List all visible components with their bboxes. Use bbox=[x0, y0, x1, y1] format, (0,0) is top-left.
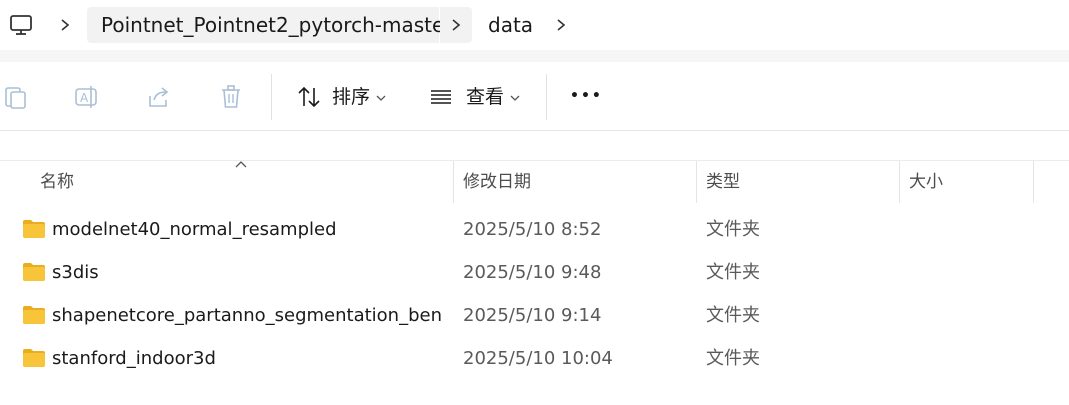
chevron-down-icon bbox=[376, 95, 386, 101]
address-bar: Pointnet_Pointnet2_pytorch-master data bbox=[0, 0, 1069, 50]
delete-icon[interactable] bbox=[218, 84, 244, 110]
folder-icon bbox=[23, 263, 45, 281]
folder-icon bbox=[23, 306, 45, 324]
share-icon[interactable] bbox=[146, 84, 172, 110]
view-label: 查看 bbox=[466, 86, 505, 108]
breadcrumb-parent-folder[interactable]: Pointnet_Pointnet2_pytorch-master bbox=[87, 7, 453, 43]
file-type: 文件夹 bbox=[706, 219, 760, 240]
column-header-name[interactable]: 名称 bbox=[30, 161, 453, 203]
copy-icon[interactable] bbox=[2, 84, 28, 110]
toolbar-separator bbox=[546, 74, 547, 120]
column-header-type[interactable]: 类型 bbox=[696, 161, 899, 203]
file-name: shapenetcore_partanno_segmentation_ben..… bbox=[52, 305, 442, 326]
rename-icon[interactable]: A bbox=[74, 84, 100, 110]
column-divider[interactable] bbox=[1033, 161, 1034, 203]
sort-icon bbox=[298, 86, 320, 108]
chevron-down-icon bbox=[510, 95, 520, 101]
file-row[interactable]: s3dis 2025/5/10 9:48 文件夹 bbox=[0, 252, 1069, 294]
file-date: 2025/5/10 10:04 bbox=[463, 348, 613, 369]
file-name: s3dis bbox=[52, 262, 99, 283]
more-icon: ••• bbox=[570, 88, 603, 104]
header-spacer bbox=[0, 131, 1069, 161]
address-toolbar-divider bbox=[0, 50, 1069, 62]
sort-button[interactable]: 排序 bbox=[290, 62, 400, 130]
file-type: 文件夹 bbox=[706, 262, 760, 283]
file-name: modelnet40_normal_resampled bbox=[52, 219, 337, 240]
column-header-size[interactable]: 大小 bbox=[899, 161, 1033, 203]
more-options-button[interactable]: ••• bbox=[566, 62, 606, 130]
breadcrumb-current-folder[interactable]: data bbox=[474, 7, 547, 43]
file-row[interactable]: modelnet40_normal_resampled 2025/5/10 8:… bbox=[0, 209, 1069, 251]
view-button[interactable]: 查看 bbox=[424, 62, 534, 130]
column-header-row: 名称 修改日期 类型 大小 bbox=[0, 161, 1069, 203]
file-date: 2025/5/10 9:48 bbox=[463, 262, 602, 283]
computer-icon[interactable] bbox=[8, 12, 34, 38]
chevron-right-icon[interactable] bbox=[554, 18, 568, 32]
folder-icon bbox=[23, 349, 45, 367]
breadcrumb-dropdown-button[interactable] bbox=[440, 7, 472, 43]
view-list-icon bbox=[431, 90, 451, 104]
sort-label: 排序 bbox=[332, 86, 371, 108]
file-name: stanford_indoor3d bbox=[52, 348, 216, 369]
file-type: 文件夹 bbox=[706, 305, 760, 326]
svg-text:A: A bbox=[80, 91, 89, 105]
file-date: 2025/5/10 8:52 bbox=[463, 219, 602, 240]
command-bar: A 排序 查看 ••• bbox=[0, 62, 1069, 131]
folder-icon bbox=[23, 220, 45, 238]
file-row[interactable]: shapenetcore_partanno_segmentation_ben..… bbox=[0, 295, 1069, 337]
chevron-right-icon bbox=[452, 19, 461, 31]
toolbar-separator bbox=[271, 74, 272, 120]
chevron-right-icon[interactable] bbox=[58, 18, 72, 32]
file-date: 2025/5/10 9:14 bbox=[463, 305, 602, 326]
file-type: 文件夹 bbox=[706, 348, 760, 369]
column-header-date[interactable]: 修改日期 bbox=[453, 161, 696, 203]
file-row[interactable]: stanford_indoor3d 2025/5/10 10:04 文件夹 bbox=[0, 338, 1069, 380]
